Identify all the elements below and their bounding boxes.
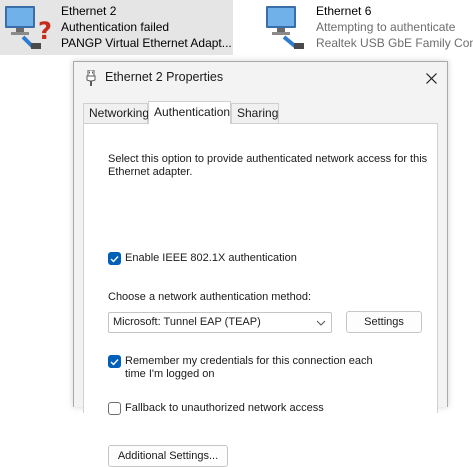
ethernet-icon: [266, 6, 304, 49]
connection-name: Ethernet 2: [61, 4, 117, 18]
authentication-panel: Select this option to provide authentica…: [83, 123, 438, 467]
remember-credentials-option[interactable]: Remember my credentials for this connect…: [108, 355, 378, 381]
dialog-titlebar[interactable]: Ethernet 2 Properties: [74, 62, 447, 94]
checkmark-icon: [110, 255, 119, 263]
connection-ethernet-2[interactable]: ? Ethernet 2 Authentication failed PANGP…: [0, 0, 233, 55]
remember-credentials-checkbox[interactable]: [108, 355, 121, 368]
close-icon: [425, 72, 437, 84]
fallback-option[interactable]: Fallback to unauthorized network access: [108, 402, 324, 415]
connection-ethernet-6[interactable]: Ethernet 6 Attempting to authenticate Re…: [262, 0, 473, 55]
close-button[interactable]: [415, 62, 447, 94]
connection-device: Realtek USB GbE Family Contr: [316, 36, 473, 50]
fallback-checkbox[interactable]: [108, 402, 121, 415]
auth-method-label: Choose a network authentication method:: [108, 291, 312, 303]
tab-networking[interactable]: Networking: [83, 103, 149, 123]
fallback-label: Fallback to unauthorized network access: [125, 402, 324, 414]
ieee-8021x-label: Enable IEEE 802.1X authentication: [125, 252, 297, 264]
properties-dialog: Ethernet 2 Properties Networking Authent…: [73, 61, 448, 467]
auth-method-value: Microsoft: Tunnel EAP (TEAP): [113, 316, 261, 328]
ieee-8021x-checkbox[interactable]: [108, 252, 121, 265]
auth-method-select[interactable]: Microsoft: Tunnel EAP (TEAP): [108, 312, 332, 333]
checkmark-icon: [110, 358, 119, 366]
ethernet-error-icon: ?: [5, 6, 52, 49]
connection-status: Attempting to authenticate: [316, 20, 456, 34]
dialog-title: Ethernet 2 Properties: [105, 70, 224, 84]
svg-text:?: ?: [38, 17, 52, 45]
ieee-8021x-option[interactable]: Enable IEEE 802.1X authentication: [108, 252, 297, 265]
chevron-down-icon: [316, 320, 326, 326]
tab-sharing[interactable]: Sharing: [231, 103, 279, 123]
connection-status: Authentication failed: [61, 20, 170, 34]
connection-device: PANGP Virtual Ethernet Adapt...: [61, 36, 232, 50]
additional-settings-button[interactable]: Additional Settings...: [108, 445, 228, 467]
tab-authentication[interactable]: Authentication: [148, 101, 231, 124]
settings-button[interactable]: Settings: [346, 311, 422, 333]
description-text: Select this option to provide authentica…: [108, 153, 428, 178]
remember-credentials-label: Remember my credentials for this connect…: [125, 355, 373, 380]
connection-name: Ethernet 6: [316, 4, 372, 18]
network-adapter-icon: [86, 70, 96, 86]
